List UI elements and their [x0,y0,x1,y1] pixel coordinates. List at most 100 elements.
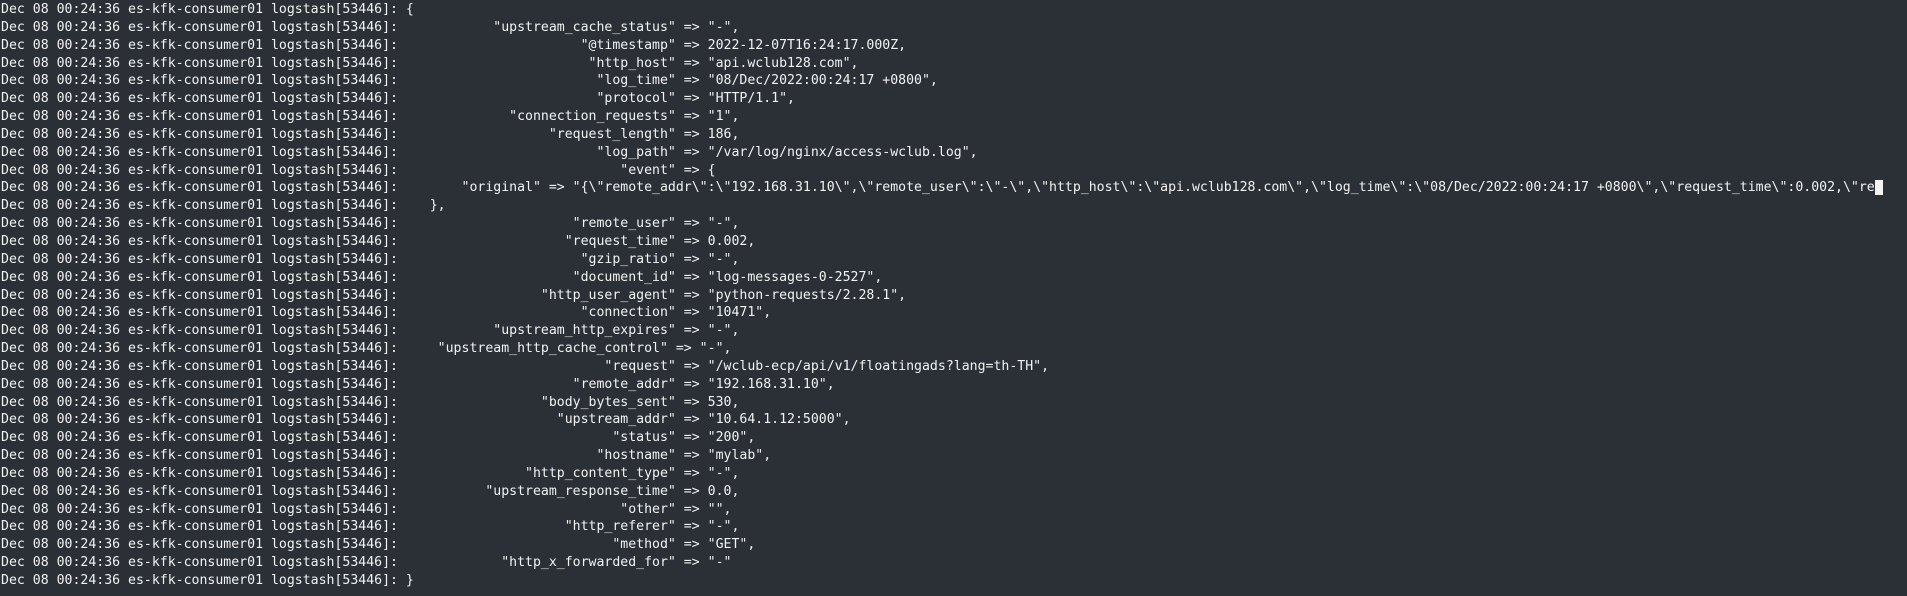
log-prefix: Dec 08 00:24:36 es-kfk-consumer01 logsta… [1,2,398,17]
log-text: "upstream_http_expires" => "-", [397,323,740,339]
log-prefix: Dec 08 00:24:36 es-kfk-consumer01 logsta… [1,216,398,232]
log-prefix: Dec 08 00:24:36 es-kfk-consumer01 logsta… [1,341,398,357]
log-text: "log_path" => "/var/log/nginx/access-wcl… [397,144,978,160]
log-line: Dec 08 00:24:36 es-kfk-consumer01 logsta… [0,108,1907,126]
log-text: "other" => "", [397,501,732,517]
log-prefix: Dec 08 00:24:36 es-kfk-consumer01 logsta… [1,358,398,374]
log-text: }, [397,198,446,214]
log-prefix: Dec 08 00:24:36 es-kfk-consumer01 logsta… [1,91,398,107]
log-line: Dec 08 00:24:36 es-kfk-consumer01 logsta… [0,72,1907,90]
log-text: "http_content_type" => "-", [397,465,740,481]
log-line: Dec 08 00:24:36 es-kfk-consumer01 logsta… [0,287,1907,305]
log-text: "upstream_addr" => "10.64.1.12:5000", [397,412,851,428]
log-line: Dec 08 00:24:36 es-kfk-consumer01 logsta… [0,251,1907,269]
log-prefix: Dec 08 00:24:36 es-kfk-consumer01 logsta… [1,573,398,588]
log-prefix: Dec 08 00:24:36 es-kfk-consumer01 logsta… [1,269,398,285]
log-line: Dec 08 00:24:36 es-kfk-consumer01 logsta… [0,501,1907,519]
log-text: "hostname" => "mylab", [397,448,772,464]
log-text: "document_id" => "log-messages-0-2527", [397,269,883,285]
log-prefix: Dec 08 00:24:36 es-kfk-consumer01 logsta… [1,37,398,53]
log-prefix: Dec 08 00:24:36 es-kfk-consumer01 logsta… [1,162,398,178]
log-line: Dec 08 00:24:36 es-kfk-consumer01 logsta… [0,411,1907,429]
log-text: "@timestamp" => 2022-12-07T16:24:17.000Z… [397,37,907,53]
log-prefix: Dec 08 00:24:36 es-kfk-consumer01 logsta… [1,287,398,303]
log-line: Dec 08 00:24:36 es-kfk-consumer01 logsta… [0,518,1907,536]
log-prefix: Dec 08 00:24:36 es-kfk-consumer01 logsta… [1,144,398,160]
log-line: Dec 08 00:24:36 es-kfk-consumer01 logsta… [0,55,1907,73]
log-prefix: Dec 08 00:24:36 es-kfk-consumer01 logsta… [1,251,398,267]
log-text: "request_length" => 186, [397,126,740,142]
log-text: "request" => "/wclub-ecp/api/v1/floating… [397,358,1050,374]
log-line: Dec 08 00:24:36 es-kfk-consumer01 logsta… [0,1,1907,19]
log-text: "request_time" => 0.002, [397,233,756,249]
log-text: "connection" => "10471", [397,305,772,321]
text-cursor [1874,180,1883,196]
log-prefix: Dec 08 00:24:36 es-kfk-consumer01 logsta… [1,412,398,428]
log-prefix: Dec 08 00:24:36 es-kfk-consumer01 logsta… [1,465,398,481]
log-prefix: Dec 08 00:24:36 es-kfk-consumer01 logsta… [1,109,398,125]
log-line: Dec 08 00:24:36 es-kfk-consumer01 logsta… [0,536,1907,554]
log-prefix: Dec 08 00:24:36 es-kfk-consumer01 logsta… [1,323,398,339]
log-text: "http_user_agent" => "python-requests/2.… [397,287,907,303]
log-prefix: Dec 08 00:24:36 es-kfk-consumer01 logsta… [1,198,398,214]
log-prefix: Dec 08 00:24:36 es-kfk-consumer01 logsta… [1,555,398,571]
log-prefix: Dec 08 00:24:36 es-kfk-consumer01 logsta… [1,180,398,196]
log-line: Dec 08 00:24:36 es-kfk-consumer01 logsta… [0,554,1907,572]
log-text: "remote_addr" => "192.168.31.10", [397,376,835,392]
log-text: "connection_requests" => "1", [397,109,740,125]
log-text: "protocol" => "HTTP/1.1", [397,91,795,107]
terminal-window[interactable]: Dec 08 00:24:36 es-kfk-consumer01 logsta… [0,0,1907,596]
log-line: Dec 08 00:24:36 es-kfk-consumer01 logsta… [0,233,1907,251]
log-text: "remote_user" => "-", [397,216,740,232]
log-line: Dec 08 00:24:36 es-kfk-consumer01 logsta… [0,19,1907,37]
log-text: "http_x_forwarded_for" => "-" [397,555,732,571]
log-prefix: Dec 08 00:24:36 es-kfk-consumer01 logsta… [1,305,398,321]
log-text: } [397,573,414,588]
log-line: Dec 08 00:24:36 es-kfk-consumer01 logsta… [0,429,1907,447]
log-line: Dec 08 00:24:36 es-kfk-consumer01 logsta… [0,197,1907,215]
log-text: "body_bytes_sent" => 530, [397,394,740,410]
log-line: Dec 08 00:24:36 es-kfk-consumer01 logsta… [0,447,1907,465]
log-prefix: Dec 08 00:24:36 es-kfk-consumer01 logsta… [1,394,398,410]
log-prefix: Dec 08 00:24:36 es-kfk-consumer01 logsta… [1,55,398,71]
log-text: { [397,2,414,17]
log-text: "http_host" => "api.wclub128.com", [397,55,859,71]
log-line: Dec 08 00:24:36 es-kfk-consumer01 logsta… [0,483,1907,501]
log-prefix: Dec 08 00:24:36 es-kfk-consumer01 logsta… [1,537,398,553]
log-prefix: Dec 08 00:24:36 es-kfk-consumer01 logsta… [1,483,398,499]
log-text: "upstream_http_cache_control" => "-", [397,341,732,357]
log-text: "upstream_response_time" => 0.0, [397,483,740,499]
log-line: Dec 08 00:24:36 es-kfk-consumer01 logsta… [0,572,1907,590]
log-line: Dec 08 00:24:36 es-kfk-consumer01 logsta… [0,358,1907,376]
log-line: Dec 08 00:24:36 es-kfk-consumer01 logsta… [0,37,1907,55]
log-line: Dec 08 00:24:36 es-kfk-consumer01 logsta… [0,269,1907,287]
log-text: "method" => "GET", [397,537,756,553]
log-line: Dec 08 00:24:36 es-kfk-consumer01 logsta… [0,304,1907,322]
log-text: "event" => { [397,162,716,178]
log-prefix: Dec 08 00:24:36 es-kfk-consumer01 logsta… [1,501,398,517]
log-prefix: Dec 08 00:24:36 es-kfk-consumer01 logsta… [1,448,398,464]
log-text: "gzip_ratio" => "-", [397,251,740,267]
log-prefix: Dec 08 00:24:36 es-kfk-consumer01 logsta… [1,519,398,535]
log-prefix: Dec 08 00:24:36 es-kfk-consumer01 logsta… [1,233,398,249]
log-text: "log_time" => "08/Dec/2022:00:24:17 +080… [397,73,938,89]
log-line: Dec 08 00:24:36 es-kfk-consumer01 logsta… [0,394,1907,412]
log-line: Dec 08 00:24:36 es-kfk-consumer01 logsta… [0,376,1907,394]
log-prefix: Dec 08 00:24:36 es-kfk-consumer01 logsta… [1,376,398,392]
log-prefix: Dec 08 00:24:36 es-kfk-consumer01 logsta… [1,430,398,446]
log-line: Dec 08 00:24:36 es-kfk-consumer01 logsta… [0,340,1907,358]
log-line: Dec 08 00:24:36 es-kfk-consumer01 logsta… [0,162,1907,180]
log-prefix: Dec 08 00:24:36 es-kfk-consumer01 logsta… [1,19,398,35]
log-line: Dec 08 00:24:36 es-kfk-consumer01 logsta… [0,126,1907,144]
log-line: Dec 08 00:24:36 es-kfk-consumer01 logsta… [0,322,1907,340]
log-text: "upstream_cache_status" => "-", [397,19,740,35]
log-line: Dec 08 00:24:36 es-kfk-consumer01 logsta… [0,179,1907,197]
log-text: "status" => "200", [397,430,756,446]
log-line: Dec 08 00:24:36 es-kfk-consumer01 logsta… [0,465,1907,483]
log-line: Dec 08 00:24:36 es-kfk-consumer01 logsta… [0,215,1907,233]
log-line: Dec 08 00:24:36 es-kfk-consumer01 logsta… [0,144,1907,162]
log-text: "original" => "{\"remote_addr\":\"192.16… [397,180,1875,196]
log-line: Dec 08 00:24:36 es-kfk-consumer01 logsta… [0,90,1907,108]
log-prefix: Dec 08 00:24:36 es-kfk-consumer01 logsta… [1,73,398,89]
log-prefix: Dec 08 00:24:36 es-kfk-consumer01 logsta… [1,126,398,142]
